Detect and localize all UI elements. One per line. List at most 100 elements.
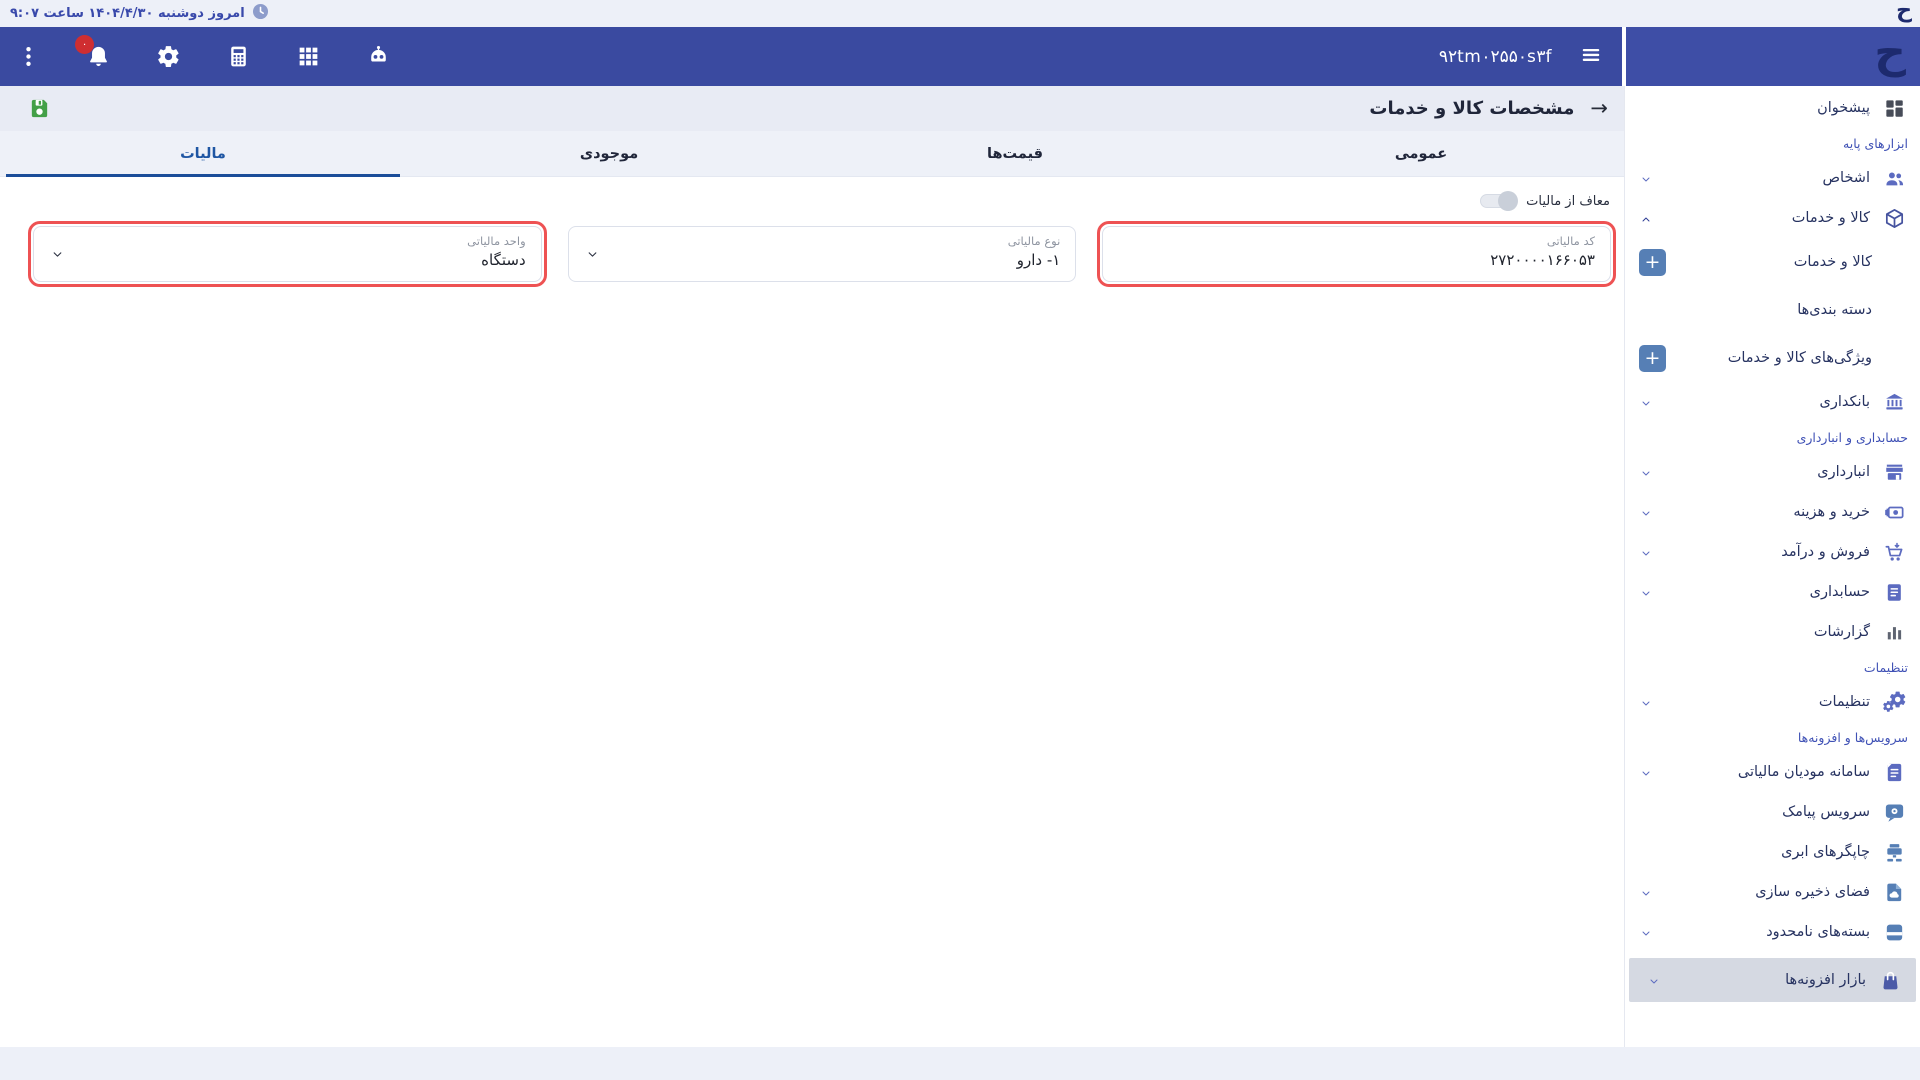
sidebar-item-label: کالا و خدمات bbox=[1792, 210, 1870, 226]
sidebar-item-label: فضای ذخیره سازی bbox=[1755, 884, 1870, 900]
sidebar-item-accounting[interactable]: حسابداری bbox=[1625, 572, 1920, 612]
footer-strip bbox=[0, 1047, 1920, 1080]
sidebar-item-persons[interactable]: اشخاص bbox=[1625, 158, 1920, 198]
chevron-down-icon bbox=[1639, 543, 1653, 562]
chevron-down-icon bbox=[1639, 393, 1653, 412]
section-label: ابزارهای پایه bbox=[1843, 136, 1908, 151]
brand-logo-large: ح bbox=[1874, 23, 1906, 82]
sidebar-subitem-product-attributes[interactable]: ویژگی‌های کالا و خدمات + bbox=[1625, 334, 1920, 382]
field-tax-type[interactable]: نوع مالیاتی۱- دارو bbox=[568, 226, 1077, 282]
chevron-down-icon bbox=[1639, 583, 1653, 602]
sidebar-section-services-addons: سرویس‌ها و افزونه‌ها bbox=[1625, 722, 1920, 752]
chevron-down-icon bbox=[1639, 883, 1653, 902]
sidebar-item-label: حسابداری bbox=[1810, 584, 1870, 600]
section-label: سرویس‌ها و افزونه‌ها bbox=[1798, 730, 1908, 745]
add-goods-services-list-button[interactable]: + bbox=[1639, 249, 1666, 276]
tab-general[interactable]: عمومی bbox=[1218, 131, 1624, 176]
sidebar-header-block: ح bbox=[1626, 27, 1920, 86]
sidebar-item-sms-service[interactable]: سرویس پیامک bbox=[1625, 792, 1920, 832]
more-options-kebab-icon[interactable] bbox=[14, 43, 42, 71]
sidebar-item-settings[interactable]: تنظیمات bbox=[1625, 682, 1920, 722]
toggle-switch-off[interactable] bbox=[1480, 193, 1516, 209]
apps-apps-icon[interactable] bbox=[294, 43, 322, 71]
tab-prices[interactable]: قیمت‌ها bbox=[812, 131, 1218, 176]
back-arrow-icon[interactable]: → bbox=[1590, 98, 1608, 119]
chevron-down-icon bbox=[1639, 463, 1653, 482]
sidebar-item-label: پیشخوان bbox=[1817, 100, 1870, 116]
highlight-ring: کد مالیاتی ۲۷۲۰۰۰۰۱۶۶۰۵۳ bbox=[1097, 221, 1616, 287]
sidebar: پیشخوانابزارهای پایهاشخاصکالا و خدماتکال… bbox=[1624, 86, 1920, 1047]
workspace-block: ۹۲tm۰۲۵۵۰s۳f bbox=[1439, 27, 1604, 86]
sidebar-item-label: فروش و درآمد bbox=[1781, 544, 1870, 560]
subitem-label: کالا و خدمات bbox=[1794, 254, 1872, 270]
tax-exempt-toggle[interactable]: معاف از مالیات bbox=[1480, 193, 1610, 209]
tax-exempt-label: معاف از مالیات bbox=[1526, 194, 1610, 209]
date-box: امروز دوشنبه ۱۴۰۴/۴/۳۰ ساعت ۹:۰۷ bbox=[10, 2, 270, 25]
package-icon bbox=[1883, 921, 1906, 944]
header-actions: ۰ bbox=[14, 27, 392, 86]
tab-tax[interactable]: مالیات bbox=[0, 131, 406, 176]
storage-icon bbox=[1883, 881, 1906, 904]
sidebar-item-dashboard[interactable]: پیشخوان bbox=[1625, 88, 1920, 128]
field-label: واحد مالیاتی bbox=[49, 234, 526, 248]
field-label: نوع مالیاتی bbox=[584, 234, 1061, 248]
brand-logo-small: ح bbox=[1896, 0, 1912, 23]
journal-icon bbox=[1883, 581, 1906, 604]
sidebar-item-sales-income[interactable]: فروش و درآمد bbox=[1625, 532, 1920, 572]
sidebar-item-goods-services[interactable]: کالا و خدمات bbox=[1625, 198, 1920, 238]
sidebar-item-storage-space[interactable]: فضای ذخیره سازی bbox=[1625, 872, 1920, 912]
tax-tab-panel: معاف از مالیات کد مالیاتی ۲۷۲۰۰۰۰۱۶۶۰۵۳ نو… bbox=[0, 177, 1624, 1047]
chevron-down-icon bbox=[1639, 693, 1653, 712]
subitem-label: ویژگی‌های کالا و خدمات bbox=[1728, 350, 1872, 366]
chevron-down-icon bbox=[1639, 763, 1653, 782]
field-wrap: نوع مالیاتی۱- دارو bbox=[563, 221, 1082, 287]
sidebar-subitem-goods-services-list[interactable]: کالا و خدمات + bbox=[1625, 238, 1920, 286]
field-tax-code[interactable]: کد مالیاتی ۲۷۲۰۰۰۰۱۶۶۰۵۳ bbox=[1102, 226, 1611, 282]
money-icon bbox=[1883, 501, 1906, 524]
save-button[interactable] bbox=[28, 97, 51, 120]
sidebar-item-label: بسته‌های نامحدود bbox=[1766, 924, 1870, 940]
clock-icon bbox=[251, 2, 270, 25]
highlight-ring: واحد مالیاتیدستگاه bbox=[28, 221, 547, 287]
sidebar-item-reports[interactable]: گزارشات bbox=[1625, 612, 1920, 652]
subitem-label: دسته بندی‌ها bbox=[1797, 302, 1872, 318]
field-label: کد مالیاتی bbox=[1118, 234, 1595, 248]
section-label: تنظیمات bbox=[1864, 660, 1908, 675]
tab-inventory[interactable]: موجودی bbox=[406, 131, 812, 176]
calculator-calculator-icon[interactable] bbox=[224, 43, 252, 71]
sidebar-item-label: اشخاص bbox=[1823, 170, 1871, 186]
sidebar-item-banking[interactable]: بانکداری bbox=[1625, 382, 1920, 422]
chevron-down-icon bbox=[1639, 923, 1653, 942]
field-value: ۲۷۲۰۰۰۰۱۶۶۰۵۳ bbox=[1118, 251, 1595, 269]
chart-icon bbox=[1883, 621, 1906, 644]
sidebar-item-label: سامانه مودیان مالیاتی bbox=[1738, 764, 1870, 780]
printer-icon bbox=[1883, 841, 1906, 864]
sidebar-item-addons-market[interactable]: بازار افزونه‌ها bbox=[1629, 958, 1916, 1002]
page-title: مشخصات کالا و خدمات bbox=[1369, 98, 1574, 119]
sidebar-subitem-categories[interactable]: دسته بندی‌ها bbox=[1625, 286, 1920, 334]
add-product-attributes-button[interactable]: + bbox=[1639, 345, 1666, 372]
sidebar-item-cloud-printers[interactable]: چاپگرهای ابری bbox=[1625, 832, 1920, 872]
sidebar-nav: پیشخوانابزارهای پایهاشخاصکالا و خدماتکال… bbox=[1625, 86, 1920, 1002]
chevron-down-icon bbox=[1647, 971, 1661, 990]
top-strip: امروز دوشنبه ۱۴۰۴/۴/۳۰ ساعت ۹:۰۷ ح bbox=[0, 0, 1920, 27]
sidebar-item-unlimited-packages[interactable]: بسته‌های نامحدود bbox=[1625, 912, 1920, 952]
chevron-down-icon bbox=[1639, 169, 1653, 188]
hamburger-menu-icon[interactable] bbox=[1578, 44, 1604, 70]
box-icon bbox=[1883, 207, 1906, 230]
settings-gear-icon[interactable] bbox=[154, 43, 182, 71]
assistant-bot-icon[interactable] bbox=[364, 43, 392, 71]
sidebar-item-label: تنظیمات bbox=[1819, 694, 1870, 710]
sidebar-item-label: سرویس پیامک bbox=[1782, 804, 1870, 820]
document-icon bbox=[1883, 761, 1906, 784]
store-icon bbox=[1883, 461, 1906, 484]
notifications-bell-icon[interactable]: ۰ bbox=[84, 43, 112, 71]
chevron-down-icon bbox=[585, 245, 600, 264]
current-date-text: امروز دوشنبه ۱۴۰۴/۴/۳۰ ساعت ۹:۰۷ bbox=[10, 6, 245, 21]
field-tax-unit[interactable]: واحد مالیاتیدستگاه bbox=[33, 226, 542, 282]
sidebar-section-settings-section: تنظیمات bbox=[1625, 652, 1920, 682]
chevron-up-icon bbox=[1639, 209, 1653, 228]
sidebar-item-purchase-expense[interactable]: خرید و هزینه bbox=[1625, 492, 1920, 532]
sidebar-item-inventory[interactable]: انبارداری bbox=[1625, 452, 1920, 492]
sidebar-item-tax-moadian-system[interactable]: سامانه مودیان مالیاتی bbox=[1625, 752, 1920, 792]
